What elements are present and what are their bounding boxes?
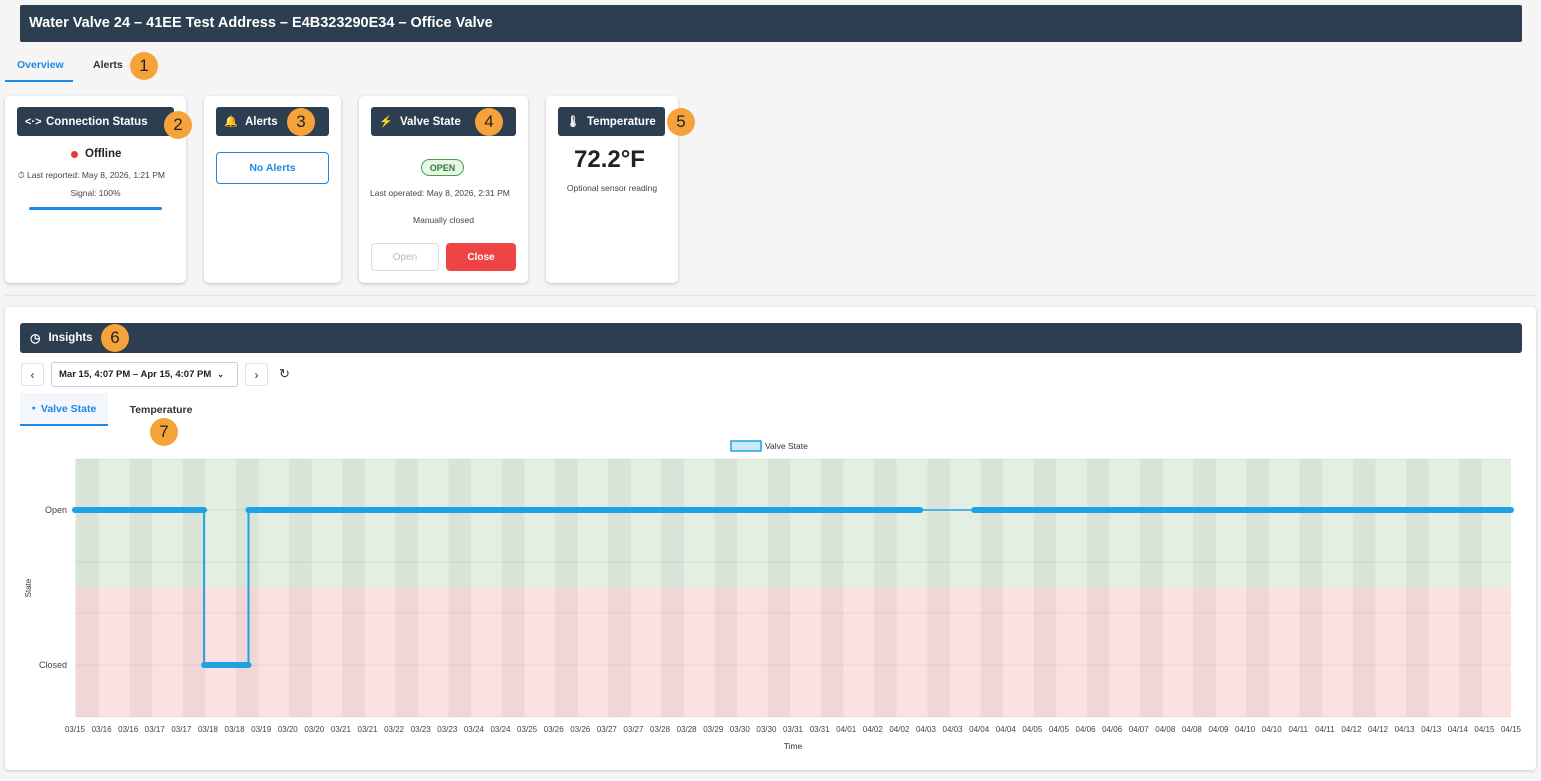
x-tick-label: 03/17: [145, 725, 166, 734]
grid-stripe: [395, 459, 419, 717]
x-tick-label: 03/15: [65, 725, 86, 734]
x-tick-label: 04/05: [1049, 725, 1070, 734]
x-tick-label: 04/08: [1155, 725, 1176, 734]
grid-stripe: [608, 459, 631, 717]
x-tick-label: 04/12: [1341, 725, 1362, 734]
x-tick-label: 03/30: [730, 725, 751, 734]
x-tick-label: 03/18: [198, 725, 219, 734]
x-tick-label: 04/06: [1102, 725, 1123, 734]
grid-stripe: [1352, 459, 1376, 717]
grid-stripe: [1033, 459, 1057, 717]
grid-stripe: [820, 459, 844, 717]
grid-stripe: [661, 459, 684, 717]
x-tick-label: 04/04: [969, 725, 990, 734]
grid-stripe: [289, 459, 312, 717]
x-tick-label: 04/03: [916, 725, 937, 734]
x-tick-label: 03/23: [411, 725, 432, 734]
x-tick-label: 04/10: [1235, 725, 1256, 734]
legend-swatch: [730, 440, 762, 452]
x-tick-label: 03/26: [570, 725, 591, 734]
x-tick-label: 03/26: [544, 725, 565, 734]
x-tick-label: 04/15: [1474, 725, 1495, 734]
x-tick-label: 04/11: [1315, 725, 1335, 734]
grid-stripe: [342, 459, 365, 717]
grid-stripe: [235, 459, 259, 717]
y-tick-label: Closed: [39, 660, 67, 670]
x-tick-label: 03/21: [358, 725, 379, 734]
x-tick-label: 03/31: [810, 725, 831, 734]
x-tick-label: 04/07: [1129, 725, 1150, 734]
x-tick-label: 03/17: [171, 725, 192, 734]
grid-stripe: [1405, 459, 1429, 717]
x-tick-label: 04/10: [1262, 725, 1283, 734]
grid-stripe: [714, 459, 738, 717]
grid-stripe: [448, 459, 472, 717]
grid-stripe: [1299, 459, 1323, 717]
x-tick-label: 03/31: [783, 725, 804, 734]
x-tick-label: 03/27: [623, 725, 644, 734]
x-tick-label: 03/25: [517, 725, 538, 734]
x-tick-label: 04/02: [889, 725, 910, 734]
x-tick-label: 04/05: [1022, 725, 1043, 734]
x-tick-label: 04/02: [863, 725, 884, 734]
grid-stripe: [874, 459, 897, 717]
x-tick-label: 03/27: [597, 725, 618, 734]
y-tick-label: Open: [45, 505, 67, 515]
grid-stripe: [129, 459, 153, 717]
x-tick-label: 03/24: [490, 725, 511, 734]
x-tick-label: 03/18: [225, 725, 246, 734]
x-tick-label: 03/23: [437, 725, 458, 734]
grid-stripe: [501, 459, 525, 717]
x-tick-label: 03/20: [304, 725, 325, 734]
y-axis-label: State: [24, 578, 33, 597]
grid-stripe: [554, 459, 578, 717]
grid-stripe: [927, 459, 950, 717]
x-tick-label: 03/22: [384, 725, 405, 734]
x-tick-label: 04/14: [1448, 725, 1469, 734]
x-tick-label: 04/03: [943, 725, 964, 734]
x-axis-label: Time: [784, 741, 803, 751]
grid-stripe: [1459, 459, 1482, 717]
x-tick-label: 04/08: [1182, 725, 1203, 734]
x-tick-label: 03/28: [677, 725, 698, 734]
x-tick-label: 04/11: [1289, 725, 1309, 734]
x-tick-label: 04/04: [996, 725, 1017, 734]
x-tick-label: 03/16: [118, 725, 139, 734]
grid-stripe: [1086, 459, 1110, 717]
x-tick-label: 04/13: [1395, 725, 1416, 734]
x-tick-label: 04/01: [836, 725, 857, 734]
x-tick-label: 04/09: [1208, 725, 1229, 734]
grid-stripe: [76, 459, 99, 717]
x-tick-label: 03/21: [331, 725, 352, 734]
x-tick-label: 04/06: [1076, 725, 1097, 734]
x-tick-label: 03/28: [650, 725, 671, 734]
x-tick-label: 03/29: [703, 725, 724, 734]
x-tick-label: 04/13: [1421, 725, 1442, 734]
x-tick-label: 04/12: [1368, 725, 1389, 734]
grid-stripe: [980, 459, 1004, 717]
grid-stripe: [1140, 459, 1163, 717]
valve-state-chart: Closed Open State 03/15 03/16 03/16 03/17 03/17…: [24, 440, 1522, 751]
x-tick-label: 04/15: [1501, 725, 1522, 734]
x-tick-label: 03/24: [464, 725, 485, 734]
grid-stripe: [182, 459, 206, 717]
x-tick-label: 03/20: [278, 725, 299, 734]
x-tick-label: 03/19: [251, 725, 272, 734]
grid-stripe: [1246, 459, 1270, 717]
grid-stripe: [1193, 459, 1216, 717]
legend-label: Valve State: [765, 441, 808, 451]
x-tick-label: 03/16: [92, 725, 113, 734]
x-tick-label: 03/30: [756, 725, 777, 734]
grid-stripe: [767, 459, 791, 717]
